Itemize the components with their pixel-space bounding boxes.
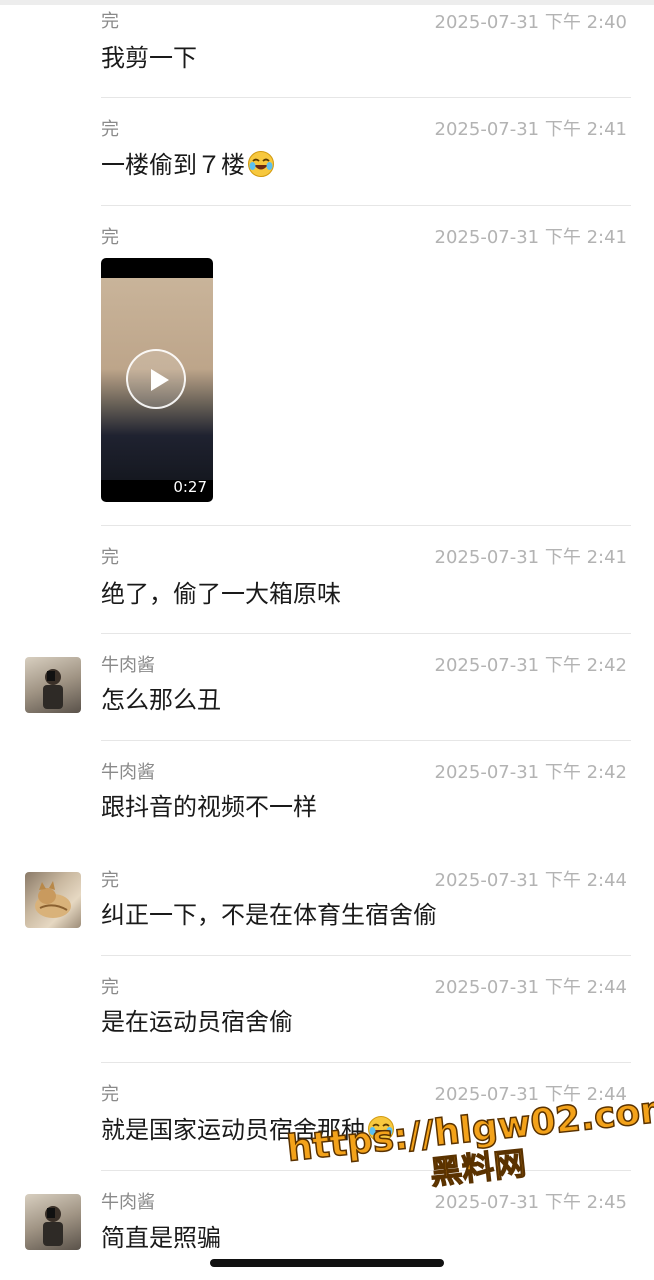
avatar[interactable] [25,872,81,928]
message-text: 绝了，偷了一大箱原味 [101,580,341,608]
timestamp: 2025-07-31 下午 2:41 [434,119,627,140]
sender-name: 完 [101,870,119,891]
video-thumbnail[interactable]: 0:27 [101,258,213,502]
play-icon[interactable] [126,349,186,409]
timestamp: 2025-07-31 下午 2:40 [434,12,627,33]
message-item[interactable]: 完 2025-07-31 下午 2:41 0:27 [0,206,654,526]
message-item[interactable]: 牛肉酱 2025-07-31 下午 2:45 简直是照骗 [0,1171,654,1261]
home-indicator[interactable] [210,1259,444,1267]
person-avatar-icon [43,1206,63,1246]
message-text: 跟抖音的视频不一样 [101,793,317,821]
message-text: 一楼偷到７楼 [101,151,245,179]
sender-name: 完 [101,11,119,32]
timestamp: 2025-07-31 下午 2:42 [434,655,627,676]
timestamp: 2025-07-31 下午 2:44 [434,870,627,891]
sender-name: 牛肉酱 [101,762,155,783]
timestamp: 2025-07-31 下午 2:41 [434,547,627,568]
rolling-laughing-emoji-icon [248,151,274,177]
timestamp: 2025-07-31 下午 2:45 [434,1192,627,1213]
message-text: 怎么那么丑 [101,686,221,714]
sender-name: 完 [101,547,119,568]
video-duration: 0:27 [173,478,207,496]
timestamp: 2025-07-31 下午 2:44 [434,977,627,998]
timestamp: 2025-07-31 下午 2:42 [434,762,627,783]
avatar[interactable] [25,657,81,713]
timestamp: 2025-07-31 下午 2:41 [434,227,627,248]
sender-name: 完 [101,1084,119,1105]
sender-name: 完 [101,977,119,998]
timestamp: 2025-07-31 下午 2:44 [434,1084,627,1105]
message-text: 纠正一下，不是在体育生宿舍偷 [101,901,437,929]
message-text: 我剪一下 [101,44,197,72]
sender-name: 完 [101,227,119,248]
sender-name: 牛肉酱 [101,1192,155,1213]
message-item[interactable]: 完 2025-07-31 下午 2:44 是在运动员宿舍偷 [0,956,654,1062]
message-item[interactable]: 牛肉酱 2025-07-31 下午 2:42 跟抖音的视频不一样 [0,741,654,849]
message-item[interactable]: 完 2025-07-31 下午 2:44 纠正一下，不是在体育生宿舍偷 [0,849,654,955]
sender-name: 完 [101,119,119,140]
message-text: 是在运动员宿舍偷 [101,1008,293,1036]
person-avatar-icon [43,669,63,709]
sender-name: 牛肉酱 [101,655,155,676]
message-item[interactable]: 完 2025-07-31 下午 2:44 就是国家运动员宿舍那种 [0,1063,654,1171]
cat-avatar-icon [35,881,71,918]
message-item[interactable]: 牛肉酱 2025-07-31 下午 2:42 怎么那么丑 [0,634,654,741]
message-item[interactable]: 完 2025-07-31 下午 2:41 绝了，偷了一大箱原味 [0,526,654,634]
message-item[interactable]: 完 2025-07-31 下午 2:40 我剪一下 [0,0,654,98]
avatar[interactable] [25,1194,81,1250]
message-text: 简直是照骗 [101,1224,221,1252]
message-text: 就是国家运动员宿舍那种 [101,1116,365,1144]
rolling-laughing-emoji-icon [368,1116,394,1142]
message-item[interactable]: 完 2025-07-31 下午 2:41 一楼偷到７楼 [0,98,654,206]
